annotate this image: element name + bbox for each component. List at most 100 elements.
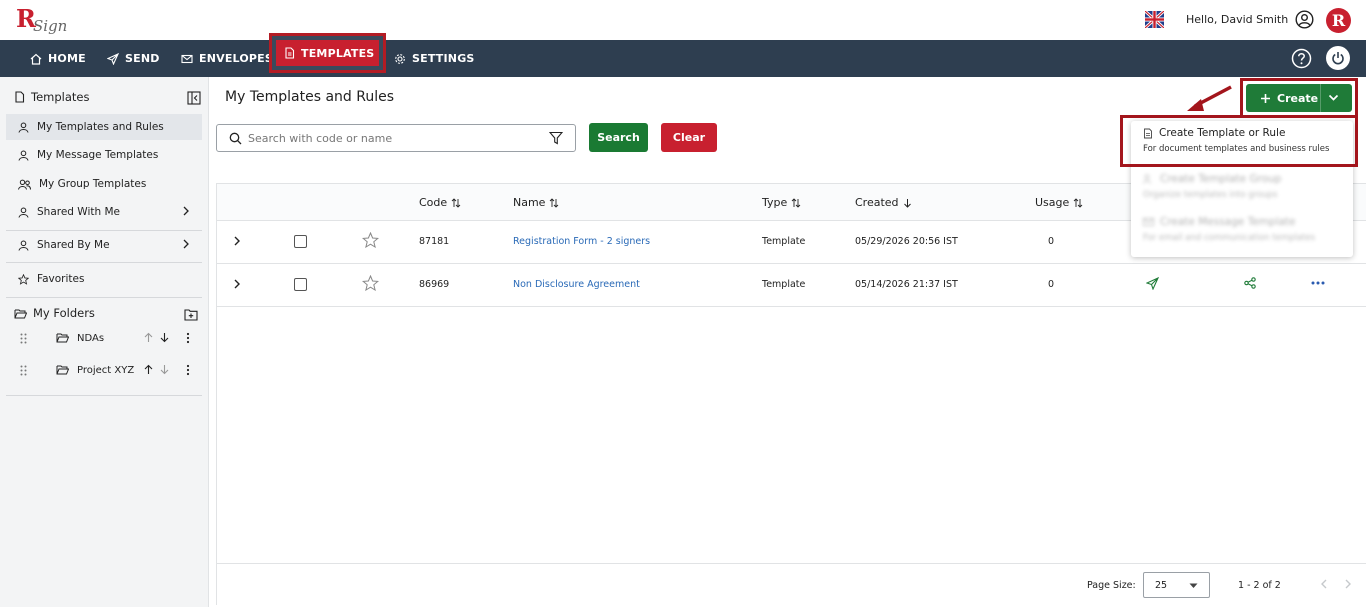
nav-send[interactable]: SEND xyxy=(107,40,160,77)
uk-flag-icon[interactable] xyxy=(1143,9,1166,30)
arrow-up-icon xyxy=(144,364,153,374)
column-type[interactable]: Type xyxy=(762,196,801,209)
cell-created: 05/14/2026 21:37 IST xyxy=(855,279,958,290)
sidebar-item-message-templates[interactable]: My Message Templates xyxy=(6,142,202,168)
sort-icon xyxy=(791,197,801,208)
user-icon xyxy=(18,122,29,133)
page-size-label: Page Size: xyxy=(1087,580,1136,591)
cell-created: 05/29/2026 20:56 IST xyxy=(855,236,958,247)
table-row[interactable]: 86969 Non Disclosure Agreement Template … xyxy=(217,264,1366,307)
column-usage[interactable]: Usage xyxy=(1035,196,1083,209)
search-button[interactable]: Search xyxy=(589,123,648,152)
create-button[interactable]: Create xyxy=(1246,84,1352,112)
table-pagination: Page Size: 25 1 - 2 of 2 xyxy=(217,563,1366,606)
document-icon xyxy=(15,91,25,103)
user-icon xyxy=(18,240,29,251)
rsign-logo[interactable]: R Sign xyxy=(16,5,72,35)
cell-type: Template xyxy=(762,236,806,247)
search-field[interactable] xyxy=(216,124,576,152)
button-separator xyxy=(1320,84,1321,112)
cell-name-link[interactable]: Registration Form - 2 signers xyxy=(513,236,650,247)
nav-send-label: SEND xyxy=(125,52,160,65)
more-vertical-icon xyxy=(186,332,190,344)
chevron-left-icon xyxy=(1321,579,1327,589)
users-icon xyxy=(1143,174,1151,184)
user-profile-icon[interactable] xyxy=(1295,10,1314,29)
chevron-right-icon xyxy=(1345,579,1351,589)
nav-templates[interactable]: TEMPLATES xyxy=(269,33,386,73)
nav-home[interactable]: HOME xyxy=(30,40,86,77)
create-button-label: Create xyxy=(1277,91,1319,105)
chevron-right-icon xyxy=(183,206,189,216)
sidebar-item-label: My Message Templates xyxy=(37,149,159,161)
menu-item-subtitle: For email and communication templates xyxy=(1143,233,1316,243)
help-icon[interactable] xyxy=(1291,48,1312,69)
page-range: 1 - 2 of 2 xyxy=(1238,580,1281,591)
clear-button[interactable]: Clear xyxy=(661,123,717,152)
sidebar-item-shared-by-me[interactable]: Shared By Me xyxy=(6,232,202,258)
menu-item-subtitle: Organize templates into groups xyxy=(1143,190,1278,200)
sidebar-item-favorites[interactable]: Favorites xyxy=(6,266,202,292)
star-icon xyxy=(18,273,29,285)
column-created[interactable]: Created xyxy=(855,196,912,209)
company-avatar[interactable]: R xyxy=(1326,8,1351,33)
column-label: Usage xyxy=(1035,196,1070,209)
sort-icon xyxy=(451,197,461,208)
column-label: Code xyxy=(419,196,448,209)
sidebar-title: Templates xyxy=(14,90,89,104)
menu-item-create-message-template[interactable]: Create Message Template For email and co… xyxy=(1131,210,1353,252)
nav-home-label: HOME xyxy=(48,52,86,65)
cell-name-link[interactable]: Non Disclosure Agreement xyxy=(513,279,640,290)
menu-item-create-group-template[interactable]: Create Template Group Organize templates… xyxy=(1131,167,1353,209)
page-size-select[interactable]: 25 xyxy=(1143,572,1210,598)
send-icon xyxy=(1146,277,1159,290)
folder-item[interactable]: Project XYZ xyxy=(6,360,202,382)
send-icon xyxy=(107,52,119,65)
star-icon xyxy=(362,275,379,291)
nav-envelopes-label: ENVELOPES xyxy=(199,52,274,65)
document-icon xyxy=(285,47,295,59)
sidebar-divider xyxy=(6,297,202,298)
sidebar-divider xyxy=(6,262,202,263)
search-input[interactable] xyxy=(248,129,548,147)
cell-usage: 0 xyxy=(1048,236,1055,247)
filter-icon xyxy=(549,131,563,145)
sidebar-divider xyxy=(6,395,202,396)
sidebar-item-my-templates[interactable]: My Templates and Rules xyxy=(6,114,202,140)
user-icon xyxy=(18,207,29,218)
nav-settings[interactable]: SETTINGS xyxy=(394,40,475,77)
main-nav: HOME SEND ENVELOPES TEMPLATES SETTINGS xyxy=(0,33,1366,77)
cell-code: 87181 xyxy=(419,236,450,247)
caret-down-icon xyxy=(1189,583,1198,588)
menu-item-title: Create Message Template xyxy=(1160,216,1296,228)
more-vertical-icon xyxy=(186,364,190,376)
my-folders-label: My Folders xyxy=(33,306,95,320)
power-icon[interactable] xyxy=(1326,46,1350,70)
sidebar-item-shared-with-me[interactable]: Shared With Me xyxy=(6,199,202,225)
folder-open-icon xyxy=(56,365,69,375)
nav-settings-label: SETTINGS xyxy=(412,52,475,65)
collapse-sidebar-icon[interactable] xyxy=(187,90,201,105)
user-icon xyxy=(18,150,29,161)
folder-item[interactable]: NDAs xyxy=(6,328,202,350)
menu-item-highlight xyxy=(1120,115,1358,167)
column-label: Name xyxy=(513,196,546,209)
user-greeting: Hello, David Smith xyxy=(1186,13,1289,26)
envelope-icon xyxy=(181,54,193,63)
sidebar: Templates My Templates and Rules My Mess… xyxy=(0,77,209,607)
row-checkbox[interactable] xyxy=(294,278,307,291)
cell-type: Template xyxy=(762,279,806,290)
envelope-icon xyxy=(1143,218,1154,226)
column-name[interactable]: Name xyxy=(513,196,559,209)
folder-name: Project XYZ xyxy=(77,365,135,376)
drag-handle-icon xyxy=(20,333,27,344)
nav-envelopes[interactable]: ENVELOPES xyxy=(181,40,273,77)
star-icon xyxy=(362,232,379,248)
row-checkbox[interactable] xyxy=(294,235,307,248)
add-folder-icon[interactable] xyxy=(184,306,198,321)
sidebar-item-group-templates[interactable]: My Group Templates xyxy=(6,171,202,197)
sidebar-item-label: Favorites xyxy=(37,273,85,285)
column-code[interactable]: Code xyxy=(419,196,461,209)
annotation-arrow xyxy=(1187,85,1232,111)
search-icon xyxy=(229,132,242,145)
